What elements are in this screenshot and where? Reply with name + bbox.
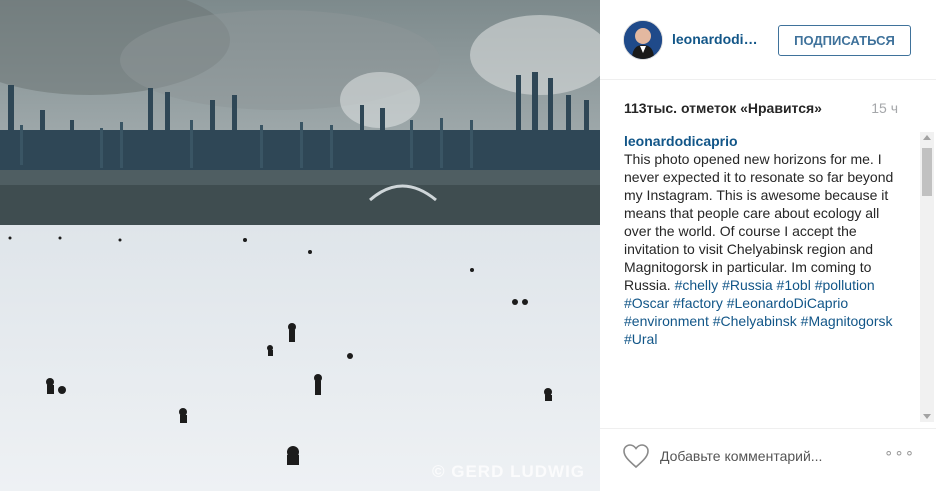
caption-area: leonardodicaprio This photo opened new h… [624,132,920,420]
hashtag[interactable]: #factory [673,295,723,311]
hashtag[interactable]: #1obl [777,277,811,293]
caption-author[interactable]: leonardodicaprio [624,132,894,150]
more-options-icon[interactable]: ∘∘∘ [884,444,915,462]
post-photo[interactable]: © GERD LUDWIG [0,0,600,491]
hashtag[interactable]: #Russia [722,277,773,293]
comment-input[interactable] [660,445,860,467]
caption-text: This photo opened new horizons for me. I… [624,151,894,293]
hashtag[interactable]: #Magnitogorsk [801,313,893,329]
photo-illustration [0,0,600,491]
post-header: leonardodicaprio ПОДПИСАТЬСЯ [600,0,936,80]
scroll-down-arrow-icon[interactable] [923,414,931,419]
scroll-up-arrow-icon[interactable] [923,135,931,140]
hashtag[interactable]: #pollution [815,277,875,293]
likes-count[interactable]: 113тыс. отметок «Нравится» [624,100,822,116]
hashtag[interactable]: #Oscar [624,295,669,311]
instagram-post: © GERD LUDWIG leonardodicaprio ПОДПИСАТЬ… [0,0,936,491]
hashtag[interactable]: #chelly [675,277,719,293]
header-username[interactable]: leonardodicaprio [672,31,764,47]
hashtag[interactable]: #LeonardoDiCaprio [727,295,848,311]
post-time[interactable]: 15 ч [871,100,898,116]
scroll-thumb[interactable] [922,148,932,196]
caption-scrollbar[interactable] [920,132,934,422]
hashtag[interactable]: #environment [624,313,709,329]
follow-button[interactable]: ПОДПИСАТЬСЯ [778,25,911,56]
photo-watermark: © GERD LUDWIG [432,462,586,481]
avatar[interactable] [623,20,663,60]
avatar-image [624,21,662,59]
post-sidebar: leonardodicaprio ПОДПИСАТЬСЯ 113тыс. отм… [600,0,936,491]
caption: leonardodicaprio This photo opened new h… [624,132,894,348]
stats-row: 113тыс. отметок «Нравится» 15 ч [624,100,914,118]
post-footer: ∘∘∘ [600,428,936,492]
hashtag[interactable]: #Ural [624,331,657,347]
heart-icon[interactable] [622,443,650,469]
hashtag[interactable]: #Chelyabinsk [713,313,797,329]
